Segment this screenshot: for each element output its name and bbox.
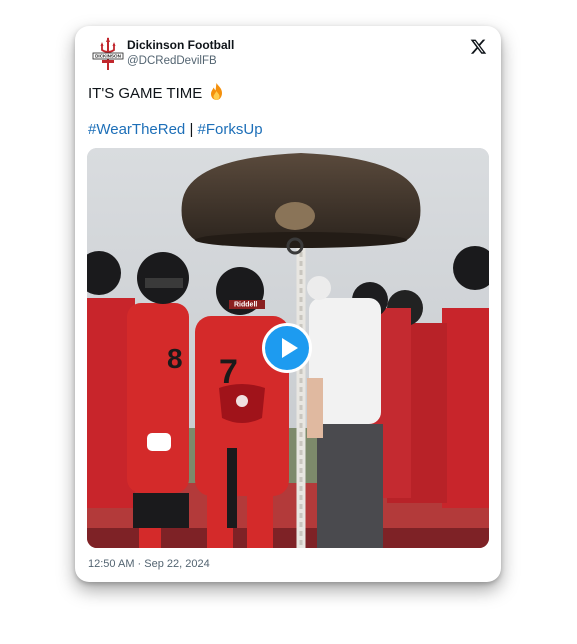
hashtag-link-forksup[interactable]: #ForksUp xyxy=(198,121,263,138)
video-media[interactable]: 4 8 Riddell 7 xyxy=(87,148,489,548)
fire-emoji-icon xyxy=(208,82,225,107)
play-button[interactable] xyxy=(262,323,312,373)
author-name[interactable]: Dickinson Football xyxy=(127,38,234,53)
hashtag-line: #WearTheRed | #ForksUp xyxy=(88,120,263,140)
x-logo-icon[interactable] xyxy=(470,38,487,55)
hashtag-link-weartheread[interactable]: #WearTheRed xyxy=(88,121,185,138)
bell xyxy=(181,153,421,255)
tweet-timestamp[interactable]: 12:50 AM · Sep 22, 2024 xyxy=(88,557,210,571)
svg-text:DICKINSON: DICKINSON xyxy=(95,54,121,59)
tweet-text-content: IT'S GAME TIME xyxy=(88,85,203,102)
tweet-author[interactable]: Dickinson Football @DCRedDevilFB xyxy=(127,38,234,69)
dickinson-logo-icon[interactable]: DICKINSON xyxy=(91,36,125,72)
play-icon xyxy=(282,338,298,358)
svg-text:8: 8 xyxy=(167,343,183,374)
tweet-card: DICKINSON Dickinson Football @DCRedDevil… xyxy=(75,26,501,582)
tweet-text: IT'S GAME TIME xyxy=(88,82,225,107)
hashtag-separator: | xyxy=(189,121,194,138)
svg-text:Riddell: Riddell xyxy=(234,302,257,309)
author-handle[interactable]: @DCRedDevilFB xyxy=(127,54,234,69)
coach xyxy=(307,276,383,548)
